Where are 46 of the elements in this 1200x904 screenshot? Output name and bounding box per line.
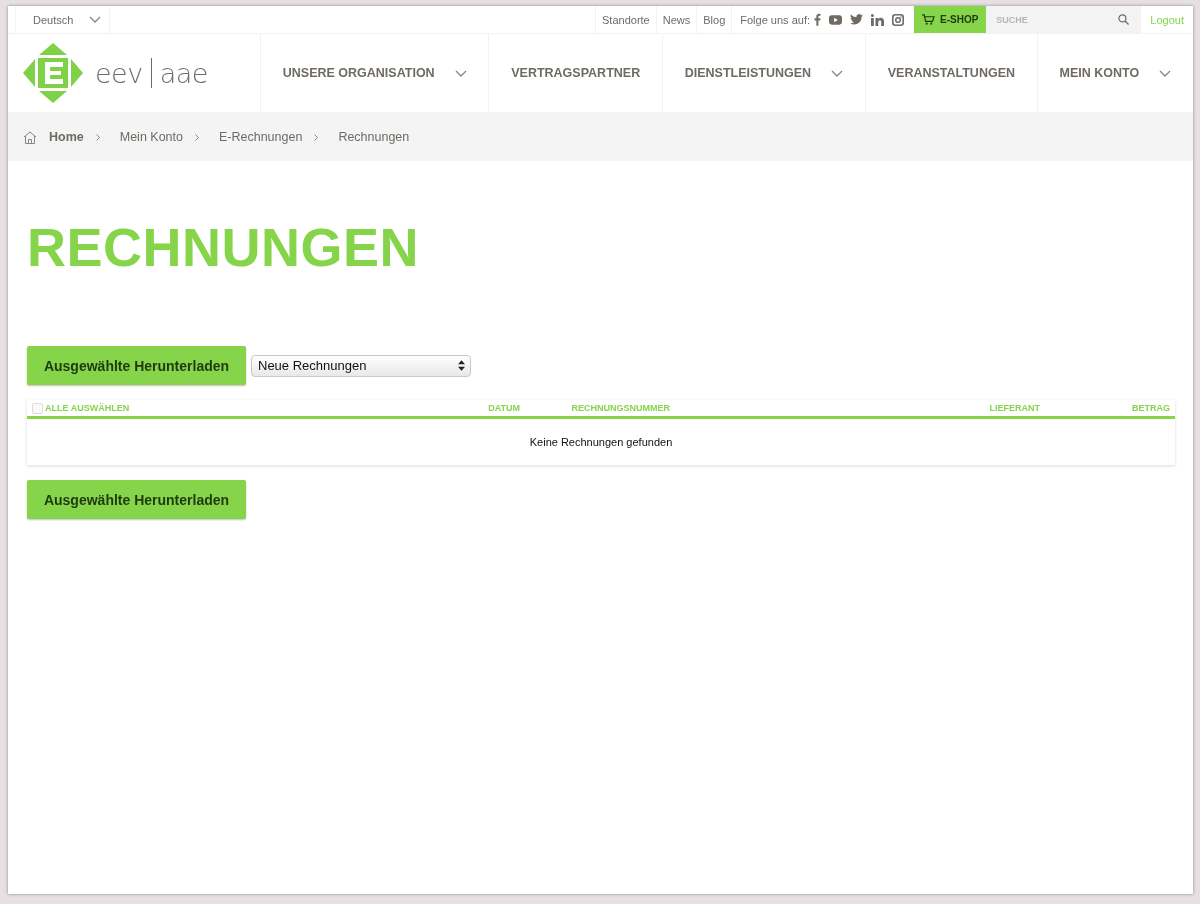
download-button[interactable]: Ausgewählte Herunterladen — [27, 480, 246, 519]
search-field[interactable]: SUCHE — [994, 13, 1119, 26]
column-header: ALLE AUSWÄHLEN — [45, 403, 130, 413]
nav-menu-item[interactable]: VERTRAGSPARTNER — [488, 34, 662, 112]
follow-label: Folge uns auf: — [731, 6, 814, 33]
select-all-checkbox[interactable] — [32, 402, 43, 414]
column-header: LIEFERANT — [988, 403, 1040, 413]
linkedin-icon[interactable] — [871, 13, 884, 26]
empty-message: Keine Rechnungen gefunden — [528, 435, 674, 450]
facebook-icon[interactable] — [814, 13, 821, 26]
logo-text: eev — [95, 57, 143, 89]
chevron-right-icon[interactable] — [194, 133, 199, 141]
home-icon[interactable] — [23, 130, 37, 144]
e-shop-button[interactable]: E-SHOP — [914, 6, 987, 33]
nav-menu-item[interactable]: UNSERE ORGANISATION — [260, 34, 489, 112]
nav-menu-item[interactable]: DIENSTLEISTUNGEN — [661, 34, 865, 112]
chevron-down-icon[interactable] — [454, 69, 467, 77]
camera-icon[interactable] — [892, 13, 904, 26]
breadcrumb-link[interactable]: Home — [49, 130, 84, 144]
top-link[interactable]: News — [655, 6, 697, 33]
page-title: RECHNUNGEN — [27, 216, 420, 278]
search-icon[interactable] — [1118, 14, 1130, 25]
bird-icon[interactable] — [850, 14, 863, 25]
column-header: RECHNUNGSNUMMER — [570, 403, 670, 413]
nav-menu-item[interactable]: MEIN KONTO — [1036, 34, 1193, 112]
language-select[interactable]: Deutsch — [15, 6, 111, 33]
up-down-arrows-icon[interactable] — [458, 360, 465, 371]
breadcrumb-link[interactable]: E-Rechnungen — [218, 130, 303, 144]
download-button[interactable]: Ausgewählte Herunterladen — [27, 346, 246, 385]
column-header: BETRAG — [1131, 403, 1170, 413]
nav-menu-item[interactable]: VERANSTALTUNGEN — [864, 34, 1037, 112]
chevron-down-icon[interactable] — [89, 16, 102, 23]
breadcrumb-link[interactable]: Mein Konto — [119, 130, 183, 144]
chevron-down-icon[interactable] — [1159, 69, 1172, 77]
top-link[interactable]: Standorte — [595, 6, 656, 33]
top-link[interactable]: Blog — [696, 6, 732, 33]
chevron-down-icon[interactable] — [831, 69, 844, 77]
filter-select[interactable]: Neue Rechnungen — [251, 354, 471, 377]
logo-text: aae — [159, 57, 208, 89]
chevron-right-icon[interactable] — [314, 133, 319, 141]
search-box[interactable]: SUCHE — [986, 6, 1142, 33]
column-header: DATUM — [487, 403, 520, 413]
cart-icon[interactable] — [922, 14, 935, 25]
breadcrumb-link[interactable]: Rechnungen — [338, 130, 410, 144]
video-play-icon[interactable] — [829, 14, 842, 25]
chevron-right-icon[interactable] — [95, 133, 100, 141]
